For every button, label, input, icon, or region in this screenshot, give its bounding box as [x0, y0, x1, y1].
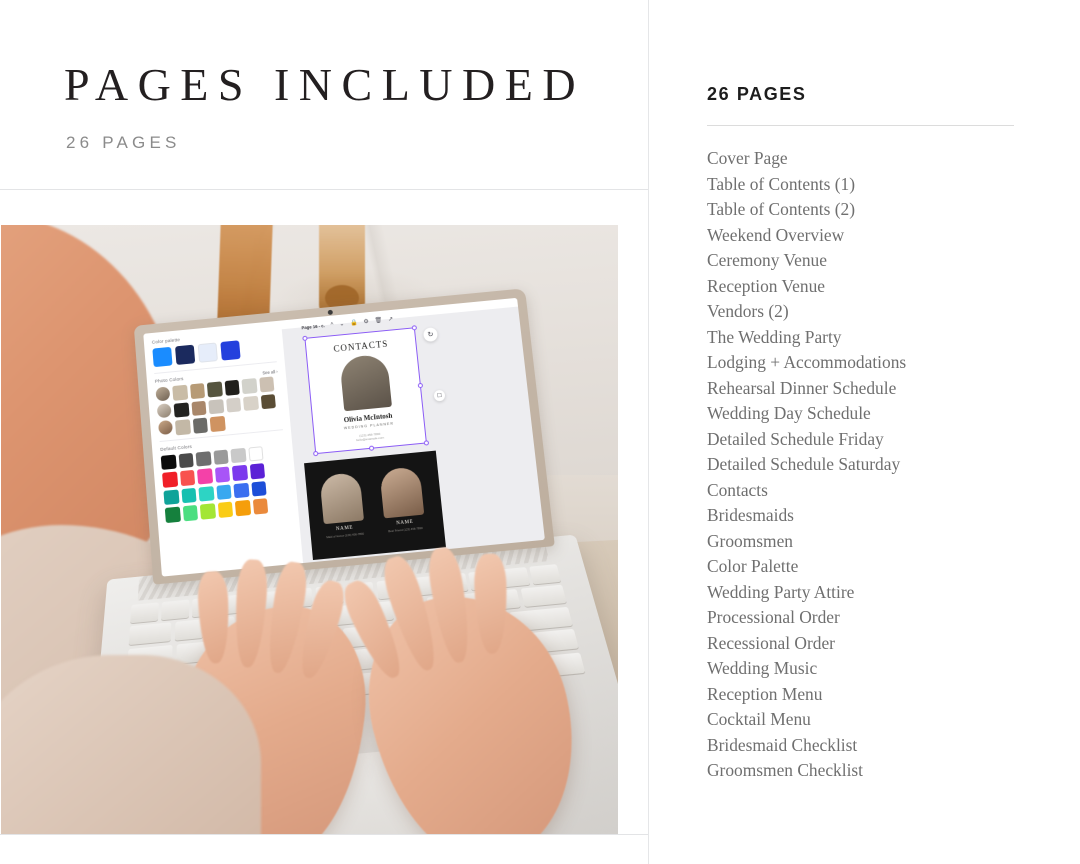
photo-frame: Color palette Photo Colors See all › Def… — [0, 189, 649, 835]
list-item: Wedding Music — [707, 658, 818, 678]
resize-handle-bl[interactable] — [313, 450, 319, 457]
list-item: Rehearsal Dinner Schedule — [707, 377, 897, 398]
photo-thumbnails — [155, 386, 174, 436]
contacts-title: CONTACTS — [333, 338, 389, 354]
page-title: PAGES INCLUDED — [64, 59, 586, 110]
bridesmaids-page-card[interactable]: NAME NAME Maid of Honor (123) 456-7890 B… — [304, 450, 446, 561]
page-subtitle: 26 PAGES — [66, 133, 181, 152]
resize-handle-bc[interactable] — [368, 445, 374, 451]
list-item: Reception Menu — [707, 683, 823, 704]
list-item: Ceremony Venue — [707, 250, 827, 270]
list-item: Wedding Day Schedule — [707, 403, 871, 423]
settings-icon[interactable]: ⚙ — [363, 318, 369, 325]
panel-divider — [707, 125, 1014, 126]
pages-list: Cover Page Table of Contents (1) Table of … — [707, 146, 1067, 784]
list-item: Reception Venue — [707, 275, 825, 296]
pages-panel-title: 26 PAGES — [707, 84, 807, 104]
resize-handle-mr[interactable] — [417, 382, 424, 388]
contact-portrait — [339, 353, 393, 412]
list-item: Wedding Party Attire — [707, 581, 855, 602]
list-item: Vendors (2) — [707, 301, 789, 321]
photo-colors-grid — [155, 376, 282, 437]
pages-panel: 26 PAGES Cover Page Table of Contents (1)… — [648, 0, 1080, 864]
bridesmaid-portrait-2 — [379, 466, 425, 519]
default-colors-grid — [160, 444, 291, 523]
export-icon[interactable]: ↗ — [388, 316, 394, 323]
list-item: Processional Order — [707, 607, 840, 627]
lock-icon[interactable]: 🔒 — [350, 319, 358, 327]
trash-icon[interactable]: 🗑 — [374, 317, 382, 325]
list-item: Table of Contents (2) — [707, 199, 856, 219]
list-item: Groomsmen Checklist — [707, 760, 864, 780]
page-label: Page 16 - c. — [301, 323, 326, 331]
list-item: Contacts — [707, 479, 768, 500]
bridesmaid-portrait-1 — [319, 472, 365, 525]
resize-handle-tr[interactable] — [411, 325, 418, 331]
list-item: Table of Contents (1) — [707, 173, 856, 194]
color-panel: Color palette Photo Colors See all › Def… — [143, 320, 304, 577]
chevron-up-icon[interactable]: ^ — [330, 322, 333, 328]
list-item: Bridesmaid Checklist — [707, 734, 858, 755]
list-item: Weekend Overview — [707, 224, 845, 245]
list-item: Detailed Schedule Saturday — [707, 454, 901, 474]
laptop-photo: Color palette Photo Colors See all › Def… — [1, 225, 618, 834]
list-item: Recessional Order — [707, 632, 835, 653]
resize-handle-tl[interactable] — [302, 335, 308, 342]
list-item: Groomsmen — [707, 530, 793, 551]
laptop-screen: Color palette Photo Colors See all › Def… — [143, 297, 545, 577]
list-item: Cocktail Menu — [707, 709, 811, 729]
chevron-down-icon[interactable]: ⌄ — [339, 320, 345, 327]
editor-canvas: Page 16 - c. ^ ⌄ 🔒 ⚙ 🗑 ↗ CONTACTS Olivia… — [280, 297, 545, 564]
crop-button[interactable]: ☐ — [433, 389, 446, 402]
list-item: Cover Page — [707, 148, 788, 168]
list-item: The Wedding Party — [707, 326, 842, 347]
list-item: Lodging + Accommodations — [707, 352, 907, 372]
photo-colors-label: Photo Colors — [154, 376, 184, 384]
list-item: Detailed Schedule Friday — [707, 428, 884, 449]
webcam — [327, 309, 333, 316]
see-all-link[interactable]: See all › — [262, 369, 278, 375]
contacts-page-card[interactable]: CONTACTS Olivia McIntosh WEDDING PLANNER… — [302, 325, 430, 457]
list-item: Bridesmaids — [707, 505, 794, 525]
laptop-lid: Color palette Photo Colors See all › Def… — [133, 288, 555, 585]
resize-handle-br[interactable] — [423, 440, 430, 446]
rotate-button[interactable]: ↻ — [422, 327, 439, 343]
list-item: Color Palette — [707, 556, 799, 576]
photo-scene: Color palette Photo Colors See all › Def… — [1, 225, 618, 834]
